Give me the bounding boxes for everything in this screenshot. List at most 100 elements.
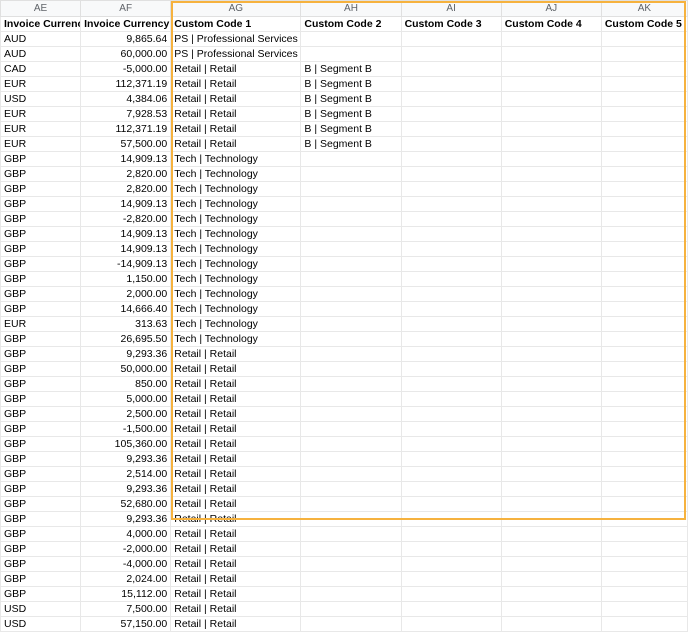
- column-letter-aj[interactable]: AJ: [501, 1, 601, 17]
- cell-custom5[interactable]: [601, 272, 687, 287]
- cell-custom5[interactable]: [601, 287, 687, 302]
- cell-custom4[interactable]: [501, 497, 601, 512]
- cell-custom3[interactable]: [401, 617, 501, 632]
- cell-currency[interactable]: GBP: [1, 587, 81, 602]
- cell-custom1[interactable]: PS | Professional Services: [171, 32, 301, 47]
- cell-custom3[interactable]: [401, 302, 501, 317]
- cell-amount[interactable]: 112,371.19: [81, 122, 171, 137]
- column-letter-ak[interactable]: AK: [601, 1, 687, 17]
- cell-currency[interactable]: AUD: [1, 32, 81, 47]
- cell-custom4[interactable]: [501, 332, 601, 347]
- cell-custom4[interactable]: [501, 362, 601, 377]
- cell-amount[interactable]: 52,680.00: [81, 497, 171, 512]
- cell-custom3[interactable]: [401, 572, 501, 587]
- cell-custom1[interactable]: Retail | Retail: [171, 452, 301, 467]
- cell-custom2[interactable]: [301, 347, 401, 362]
- cell-amount[interactable]: 9,293.36: [81, 452, 171, 467]
- cell-amount[interactable]: -1,500.00: [81, 422, 171, 437]
- cell-custom5[interactable]: [601, 542, 687, 557]
- cell-custom3[interactable]: [401, 137, 501, 152]
- cell-custom5[interactable]: [601, 32, 687, 47]
- cell-custom2[interactable]: [301, 407, 401, 422]
- header-cell-af[interactable]: Invoice Currency: [81, 17, 171, 32]
- cell-amount[interactable]: -5,000.00: [81, 62, 171, 77]
- cell-custom3[interactable]: [401, 602, 501, 617]
- cell-custom1[interactable]: Tech | Technology: [171, 167, 301, 182]
- cell-custom5[interactable]: [601, 452, 687, 467]
- cell-custom5[interactable]: [601, 587, 687, 602]
- cell-currency[interactable]: GBP: [1, 377, 81, 392]
- cell-custom5[interactable]: [601, 137, 687, 152]
- cell-custom2[interactable]: [301, 377, 401, 392]
- cell-custom5[interactable]: [601, 47, 687, 62]
- cell-custom2[interactable]: B | Segment B: [301, 77, 401, 92]
- cell-currency[interactable]: GBP: [1, 392, 81, 407]
- cell-custom5[interactable]: [601, 422, 687, 437]
- cell-custom5[interactable]: [601, 302, 687, 317]
- cell-custom4[interactable]: [501, 272, 601, 287]
- cell-amount[interactable]: 7,500.00: [81, 602, 171, 617]
- cell-custom4[interactable]: [501, 512, 601, 527]
- cell-custom1[interactable]: Retail | Retail: [171, 602, 301, 617]
- cell-custom2[interactable]: [301, 617, 401, 632]
- cell-custom3[interactable]: [401, 347, 501, 362]
- cell-currency[interactable]: USD: [1, 92, 81, 107]
- cell-custom3[interactable]: [401, 467, 501, 482]
- cell-custom4[interactable]: [501, 317, 601, 332]
- cell-custom1[interactable]: Retail | Retail: [171, 512, 301, 527]
- cell-currency[interactable]: GBP: [1, 422, 81, 437]
- cell-amount[interactable]: 2,820.00: [81, 182, 171, 197]
- cell-custom4[interactable]: [501, 77, 601, 92]
- cell-custom5[interactable]: [601, 197, 687, 212]
- cell-amount[interactable]: 14,909.13: [81, 197, 171, 212]
- cell-custom2[interactable]: [301, 197, 401, 212]
- cell-custom2[interactable]: [301, 602, 401, 617]
- cell-amount[interactable]: 14,666.40: [81, 302, 171, 317]
- cell-custom5[interactable]: [601, 482, 687, 497]
- cell-custom4[interactable]: [501, 62, 601, 77]
- cell-amount[interactable]: 2,514.00: [81, 467, 171, 482]
- cell-custom2[interactable]: [301, 302, 401, 317]
- cell-custom3[interactable]: [401, 287, 501, 302]
- header-cell-ag[interactable]: Custom Code 1: [171, 17, 301, 32]
- cell-custom3[interactable]: [401, 587, 501, 602]
- cell-custom4[interactable]: [501, 302, 601, 317]
- cell-custom3[interactable]: [401, 497, 501, 512]
- cell-amount[interactable]: 57,150.00: [81, 617, 171, 632]
- cell-amount[interactable]: 50,000.00: [81, 362, 171, 377]
- cell-currency[interactable]: EUR: [1, 107, 81, 122]
- cell-custom2[interactable]: B | Segment B: [301, 107, 401, 122]
- cell-custom3[interactable]: [401, 527, 501, 542]
- cell-custom1[interactable]: Retail | Retail: [171, 77, 301, 92]
- cell-custom5[interactable]: [601, 317, 687, 332]
- cell-custom3[interactable]: [401, 452, 501, 467]
- cell-custom1[interactable]: Retail | Retail: [171, 587, 301, 602]
- cell-custom1[interactable]: Retail | Retail: [171, 617, 301, 632]
- cell-currency[interactable]: GBP: [1, 182, 81, 197]
- cell-custom1[interactable]: Tech | Technology: [171, 332, 301, 347]
- cell-custom1[interactable]: Tech | Technology: [171, 182, 301, 197]
- cell-currency[interactable]: GBP: [1, 542, 81, 557]
- cell-amount[interactable]: 9,293.36: [81, 347, 171, 362]
- cell-amount[interactable]: 105,360.00: [81, 437, 171, 452]
- cell-currency[interactable]: GBP: [1, 257, 81, 272]
- cell-custom2[interactable]: [301, 362, 401, 377]
- cell-amount[interactable]: 26,695.50: [81, 332, 171, 347]
- cell-custom1[interactable]: Tech | Technology: [171, 287, 301, 302]
- cell-currency[interactable]: GBP: [1, 167, 81, 182]
- cell-custom4[interactable]: [501, 257, 601, 272]
- cell-custom3[interactable]: [401, 32, 501, 47]
- cell-amount[interactable]: 9,293.36: [81, 512, 171, 527]
- cell-amount[interactable]: 15,112.00: [81, 587, 171, 602]
- cell-amount[interactable]: 4,384.06: [81, 92, 171, 107]
- cell-custom2[interactable]: [301, 242, 401, 257]
- cell-custom3[interactable]: [401, 557, 501, 572]
- cell-custom2[interactable]: [301, 527, 401, 542]
- cell-custom2[interactable]: B | Segment B: [301, 137, 401, 152]
- cell-custom4[interactable]: [501, 122, 601, 137]
- cell-amount[interactable]: 14,909.13: [81, 152, 171, 167]
- cell-currency[interactable]: GBP: [1, 227, 81, 242]
- cell-custom4[interactable]: [501, 287, 601, 302]
- header-cell-ai[interactable]: Custom Code 3: [401, 17, 501, 32]
- cell-custom4[interactable]: [501, 542, 601, 557]
